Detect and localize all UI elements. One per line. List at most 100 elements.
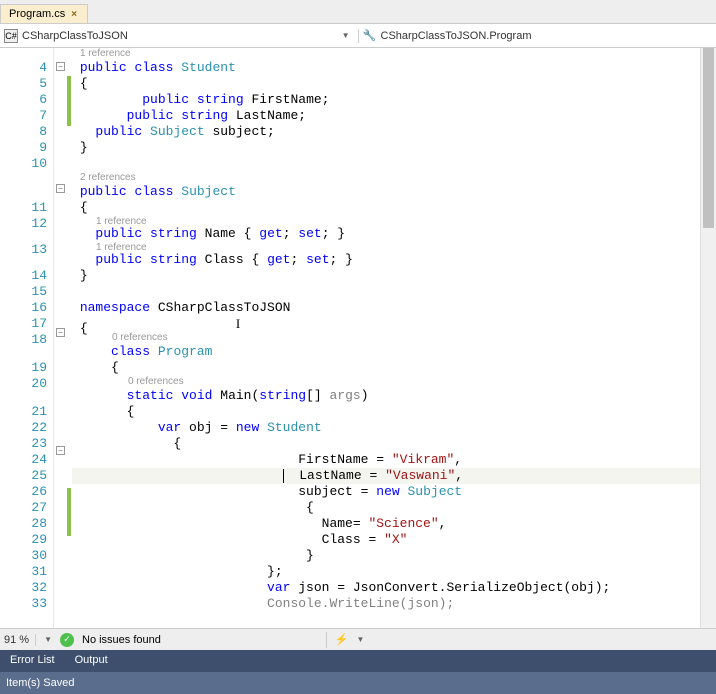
line-number: 21 — [0, 404, 47, 420]
project-dropdown[interactable]: C# CSharpClassToJSON ▼ — [0, 29, 358, 43]
code-line[interactable]: { — [72, 436, 700, 452]
line-number-gutter: 4 5 6 7 8 9 10 11 12 13 14 15 16 17 18 1… — [0, 48, 54, 628]
code-line[interactable]: public string FirstName; — [72, 92, 700, 108]
line-number: 16 — [0, 300, 47, 316]
navigation-bar: C# CSharpClassToJSON ▼ 🔧 CSharpClassToJS… — [0, 24, 716, 48]
text-cursor-icon — [236, 316, 246, 332]
code-line[interactable]: } — [72, 140, 700, 156]
error-list-tab[interactable]: Error List — [0, 650, 65, 672]
line-number: 22 — [0, 420, 47, 436]
code-line[interactable]: FirstName = "Vikram", — [72, 452, 700, 468]
check-icon: ✓ — [60, 633, 74, 647]
code-line[interactable]: { — [72, 76, 700, 92]
line-number: 15 — [0, 284, 47, 300]
caret — [283, 469, 284, 483]
line-number: 11 — [0, 200, 47, 216]
line-number: 5 — [0, 76, 47, 92]
line-number: 24 — [0, 452, 47, 468]
line-number: 7 — [0, 108, 47, 124]
class-name: CSharpClassToJSON.Program — [381, 30, 532, 42]
scroll-thumb[interactable] — [703, 48, 714, 228]
document-tab[interactable]: Program.cs × — [0, 4, 88, 23]
line-number: 28 — [0, 516, 47, 532]
output-tab[interactable]: Output — [65, 650, 118, 672]
line-number: 17 — [0, 316, 47, 332]
chevron-down-icon: ▼ — [338, 31, 354, 40]
code-line[interactable]: static void Main(string[] args) — [72, 388, 700, 404]
fold-toggle[interactable]: − — [56, 62, 65, 71]
change-indicator — [67, 488, 71, 536]
codelens[interactable]: 1 reference — [72, 242, 700, 252]
chevron-down-icon[interactable]: ▼ — [44, 635, 52, 644]
issues-text[interactable]: No issues found — [82, 634, 161, 646]
line-number: 20 — [0, 376, 47, 392]
code-line[interactable]: }; — [72, 564, 700, 580]
codelens[interactable]: 1 reference — [72, 216, 700, 226]
line-number: 26 — [0, 484, 47, 500]
code-line[interactable]: { — [72, 500, 700, 516]
code-line[interactable]: class Program — [72, 344, 700, 360]
close-icon[interactable]: × — [69, 9, 79, 20]
code-line[interactable]: Class = "X" — [72, 532, 700, 548]
ide-status-bar: Item(s) Saved — [0, 672, 716, 694]
lightning-icon[interactable]: ⚡ — [335, 633, 349, 646]
code-line[interactable]: { — [72, 316, 700, 332]
project-name: CSharpClassToJSON — [22, 30, 128, 42]
code-line[interactable]: Name= "Science", — [72, 516, 700, 532]
code-line[interactable]: public string Name { get; set; } — [72, 226, 700, 242]
code-line[interactable]: } — [72, 268, 700, 284]
fold-toggle[interactable]: − — [56, 184, 65, 193]
code-line[interactable]: Console.WriteLine(json); — [72, 596, 700, 612]
code-line[interactable]: { — [72, 360, 700, 376]
code-line[interactable]: namespace CSharpClassToJSON — [72, 300, 700, 316]
code-line[interactable]: { — [72, 404, 700, 420]
code-line[interactable]: var json = JsonConvert.SerializeObject(o… — [72, 580, 700, 596]
chevron-down-icon[interactable]: ▼ — [357, 635, 365, 644]
codelens[interactable]: 1 reference — [72, 48, 700, 60]
code-line[interactable]: public Subject subject; — [72, 124, 700, 140]
line-number: 32 — [0, 580, 47, 596]
panel-tabs: Error List Output — [0, 650, 716, 672]
codelens[interactable]: 0 references — [72, 376, 700, 388]
line-number: 30 — [0, 548, 47, 564]
line-number: 14 — [0, 268, 47, 284]
line-number: 31 — [0, 564, 47, 580]
line-number: 33 — [0, 596, 47, 612]
line-number: 23 — [0, 436, 47, 452]
line-number: 19 — [0, 360, 47, 376]
status-message: Item(s) Saved — [6, 677, 74, 689]
change-indicator — [67, 76, 71, 126]
code-content[interactable]: 1 reference public class Student { publi… — [72, 48, 700, 628]
line-number: 29 — [0, 532, 47, 548]
zoom-level[interactable]: 91 % — [4, 634, 36, 646]
code-line[interactable]: var obj = new Student — [72, 420, 700, 436]
line-number: 10 — [0, 156, 47, 172]
tab-title: Program.cs — [9, 8, 65, 20]
line-number: 4 — [0, 60, 47, 76]
vertical-scrollbar[interactable] — [700, 48, 716, 628]
code-line[interactable]: public class Student — [72, 60, 700, 76]
code-line[interactable]: { — [72, 200, 700, 216]
class-dropdown[interactable]: 🔧 CSharpClassToJSON.Program — [358, 29, 716, 43]
line-number: 9 — [0, 140, 47, 156]
document-tab-bar: Program.cs × — [0, 0, 716, 24]
code-line[interactable]: subject = new Subject — [72, 484, 700, 500]
code-line[interactable]: public string LastName; — [72, 108, 700, 124]
class-icon: 🔧 — [363, 29, 377, 43]
line-number: 18 — [0, 332, 47, 348]
fold-toggle[interactable]: − — [56, 446, 65, 455]
code-line[interactable]: LastName = "Vaswani", — [72, 468, 700, 484]
fold-column: − − − − — [54, 48, 72, 628]
code-line[interactable]: public string Class { get; set; } — [72, 252, 700, 268]
line-number: 8 — [0, 124, 47, 140]
code-line[interactable]: public class Subject — [72, 184, 700, 200]
line-number: 13 — [0, 242, 47, 258]
csharp-icon: C# — [4, 29, 18, 43]
fold-toggle[interactable]: − — [56, 328, 65, 337]
code-line[interactable]: } — [72, 548, 700, 564]
editor-status-bar: 91 % ▼ ✓ No issues found ⚡ ▼ — [0, 628, 716, 650]
line-number: 27 — [0, 500, 47, 516]
codelens[interactable]: 2 references — [72, 172, 700, 184]
line-number: 6 — [0, 92, 47, 108]
code-editor: 4 5 6 7 8 9 10 11 12 13 14 15 16 17 18 1… — [0, 48, 716, 628]
